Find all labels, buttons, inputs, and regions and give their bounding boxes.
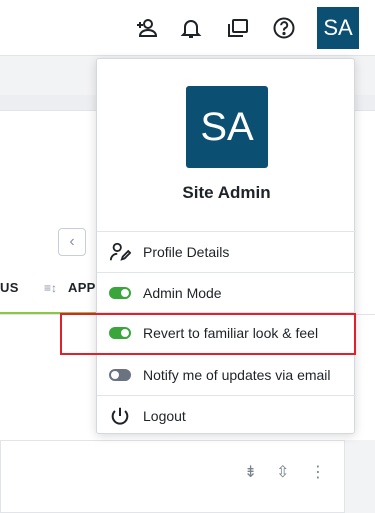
- menu-user-name: Site Admin: [182, 183, 271, 202]
- help-icon[interactable]: [270, 14, 298, 42]
- column-header-status[interactable]: US: [0, 280, 19, 295]
- add-user-icon[interactable]: [133, 14, 161, 42]
- menu-item-label: Admin Mode: [143, 284, 222, 301]
- toggle-on-icon[interactable]: [109, 282, 131, 304]
- collapse-rows-icon[interactable]: ⇟: [244, 462, 257, 482]
- power-icon: [109, 405, 131, 427]
- menu-item-logout[interactable]: Logout: [97, 395, 356, 435]
- menu-item-admin-mode[interactable]: Admin Mode: [97, 272, 356, 312]
- menu-avatar: SA: [186, 86, 268, 168]
- column-header-app[interactable]: APPI: [68, 280, 100, 295]
- menu-item-revert-look-feel[interactable]: Revert to familiar look & feel: [97, 312, 356, 352]
- top-header: SA: [0, 0, 375, 56]
- pager-prev-button[interactable]: ‹: [58, 228, 86, 256]
- expand-rows-icon[interactable]: ⇳: [276, 462, 289, 482]
- menu-item-label: Notify me of updates via email: [143, 366, 331, 383]
- menu-item-label: Profile Details: [143, 243, 230, 260]
- windows-icon[interactable]: [224, 14, 252, 42]
- user-avatar[interactable]: SA: [317, 7, 359, 49]
- user-menu-dropdown: SA Site Admin Profile Details Admin Mode…: [96, 58, 356, 435]
- profile-edit-icon: [109, 241, 131, 263]
- sort-icon[interactable]: ≡↕: [44, 281, 57, 295]
- background-card-bottom: [0, 440, 345, 513]
- menu-item-profile-details[interactable]: Profile Details: [97, 231, 356, 271]
- bell-icon[interactable]: [177, 14, 205, 42]
- menu-item-label: Revert to familiar look & feel: [143, 324, 319, 341]
- toggle-on-icon[interactable]: [109, 322, 131, 344]
- menu-item-notify-updates[interactable]: Notify me of updates via email: [97, 354, 356, 394]
- more-options-icon[interactable]: ⋮: [310, 462, 326, 482]
- menu-item-label: Logout: [143, 407, 186, 424]
- toggle-off-icon[interactable]: [109, 364, 131, 386]
